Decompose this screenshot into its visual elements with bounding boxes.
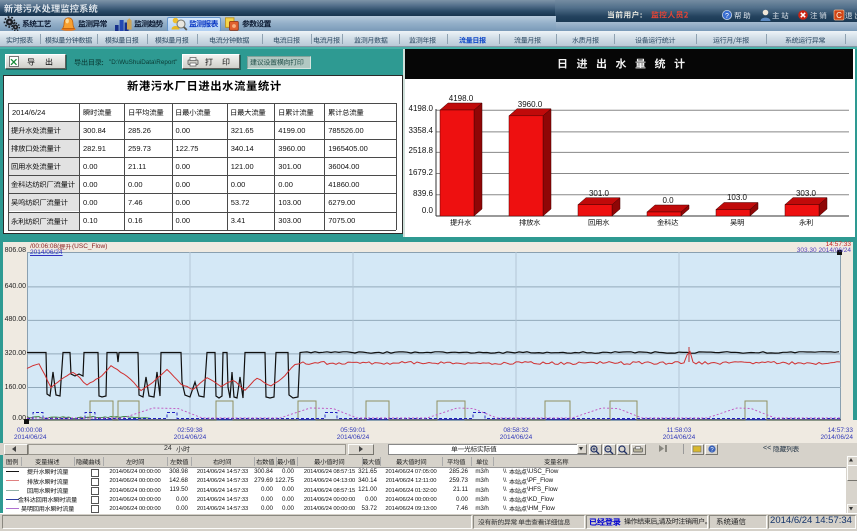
svg-text:?: ?: [725, 13, 729, 20]
svg-text:C: C: [836, 11, 842, 20]
